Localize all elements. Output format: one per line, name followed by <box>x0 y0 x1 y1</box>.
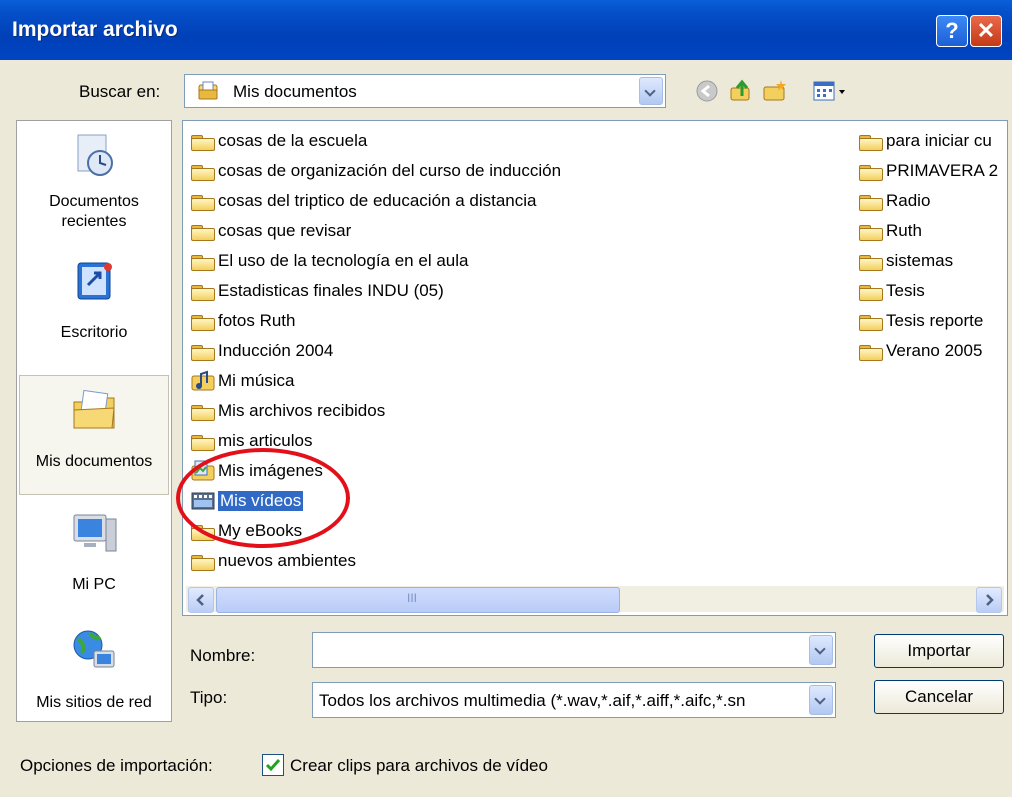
folder-icon <box>859 313 883 331</box>
scroll-grip: III <box>407 591 418 605</box>
list-item[interactable]: Ruth <box>859 217 922 245</box>
place-desktop[interactable]: Escritorio <box>19 257 169 342</box>
list-item[interactable]: sistemas <box>859 247 953 275</box>
chevron-left-icon <box>196 594 204 606</box>
places-bar: Documentos recientes Escritorio Mis docu… <box>16 120 172 722</box>
view-menu-icon[interactable] <box>812 78 852 104</box>
desktop-icon <box>77 262 112 300</box>
type-label: Tipo: <box>190 688 228 707</box>
look-in-value: Mis documentos <box>233 82 357 101</box>
name-label: Nombre: <box>190 646 256 665</box>
folder-icon <box>191 343 215 361</box>
folder-icon <box>191 223 215 241</box>
place-label: Mis sitios de red <box>36 694 152 711</box>
look-in-combobox[interactable]: Mis documentos <box>184 74 666 108</box>
folder-icon <box>191 163 215 181</box>
music-folder-icon <box>191 370 215 391</box>
place-my-documents[interactable]: Mis documentos <box>19 375 169 495</box>
type-dropdown-button[interactable] <box>809 685 833 715</box>
horizontal-scrollbar[interactable]: III <box>186 586 1004 613</box>
window-title: Importar archivo <box>12 18 178 41</box>
list-item[interactable]: cosas del triptico de educación a distan… <box>191 187 536 215</box>
look-in-dropdown-button[interactable] <box>639 77 663 105</box>
create-clips-checkbox[interactable] <box>262 754 284 776</box>
folder-icon <box>191 553 215 571</box>
folder-icon <box>191 253 215 271</box>
list-item[interactable]: Mis archivos recibidos <box>191 397 385 425</box>
folder-icon <box>191 403 215 421</box>
scroll-thumb[interactable]: III <box>216 587 620 613</box>
scroll-left-button[interactable] <box>188 587 214 613</box>
name-dropdown-button[interactable] <box>809 635 833 665</box>
place-label: Mi PC <box>72 576 116 593</box>
place-label: Escritorio <box>60 324 128 341</box>
file-list[interactable]: cosas de la escuela cosas de organizació… <box>182 120 1008 616</box>
folder-icon <box>191 283 215 301</box>
list-item[interactable]: fotos Ruth <box>191 307 296 335</box>
folder-icon <box>191 133 215 151</box>
list-item[interactable]: Radio <box>859 187 930 215</box>
folder-icon <box>859 223 883 241</box>
list-item[interactable]: cosas de organización del curso de induc… <box>191 157 561 185</box>
folder-icon <box>859 253 883 271</box>
list-item[interactable]: cosas que revisar <box>191 217 351 245</box>
name-combobox[interactable] <box>312 632 836 668</box>
list-item[interactable]: Estadisticas finales INDU (05) <box>191 277 444 305</box>
import-options-label: Opciones de importación: <box>20 756 213 775</box>
create-clips-label: Crear clips para archivos de vídeo <box>290 756 548 775</box>
help-button[interactable]: ? <box>936 15 968 47</box>
list-item[interactable]: Inducción 2004 <box>191 337 333 365</box>
folder-icon <box>859 283 883 301</box>
folder-icon <box>191 433 215 451</box>
checkmark-icon <box>265 759 281 772</box>
place-label: Documentos recientes <box>49 193 139 230</box>
type-combobox[interactable]: Todos los archivos multimedia (*.wav,*.a… <box>312 682 836 718</box>
list-item[interactable]: cosas de la escuela <box>191 127 367 155</box>
list-item[interactable]: Verano 2005 <box>859 337 982 365</box>
place-recent-documents[interactable]: Documentos recientes <box>19 131 169 232</box>
list-item[interactable]: nuevos ambientes <box>191 547 356 575</box>
list-item[interactable]: Tesis <box>859 277 925 305</box>
title-bar: Importar archivo ? ✕ <box>0 0 1012 60</box>
folder-icon <box>859 133 883 151</box>
folder-icon <box>859 343 883 361</box>
list-item[interactable]: PRIMAVERA 2 <box>859 157 998 185</box>
new-folder-icon[interactable] <box>762 78 788 104</box>
import-button[interactable]: Importar <box>874 634 1004 668</box>
list-item[interactable]: para iniciar cu <box>859 127 992 155</box>
my-documents-icon <box>73 389 115 429</box>
place-network[interactable]: Mis sitios de red <box>19 627 169 712</box>
chevron-right-icon <box>986 594 994 606</box>
folder-icon <box>191 193 215 211</box>
up-folder-icon[interactable] <box>728 78 754 104</box>
cancel-button[interactable]: Cancelar <box>874 680 1004 714</box>
network-places-icon <box>73 630 115 668</box>
folder-icon <box>859 163 883 181</box>
back-icon[interactable] <box>694 78 720 104</box>
look-in-label: Buscar en: <box>79 82 161 101</box>
list-item[interactable]: Mi música <box>191 367 295 395</box>
folder-icon <box>859 193 883 211</box>
folder-icon <box>191 313 215 331</box>
list-item[interactable]: Tesis reporte <box>859 307 983 335</box>
recent-documents-icon <box>77 134 113 176</box>
place-my-computer[interactable]: Mi PC <box>19 509 169 594</box>
highlight-annotation-circle <box>176 448 350 548</box>
close-button[interactable]: ✕ <box>970 15 1002 47</box>
place-label: Mis documentos <box>35 453 153 470</box>
list-item[interactable]: El uso de la tecnología en el aula <box>191 247 468 275</box>
scroll-right-button[interactable] <box>976 587 1002 613</box>
my-documents-small-icon <box>198 81 218 100</box>
my-computer-icon <box>73 514 117 552</box>
type-value: Todos los archivos multimedia (*.wav,*.a… <box>319 691 746 710</box>
